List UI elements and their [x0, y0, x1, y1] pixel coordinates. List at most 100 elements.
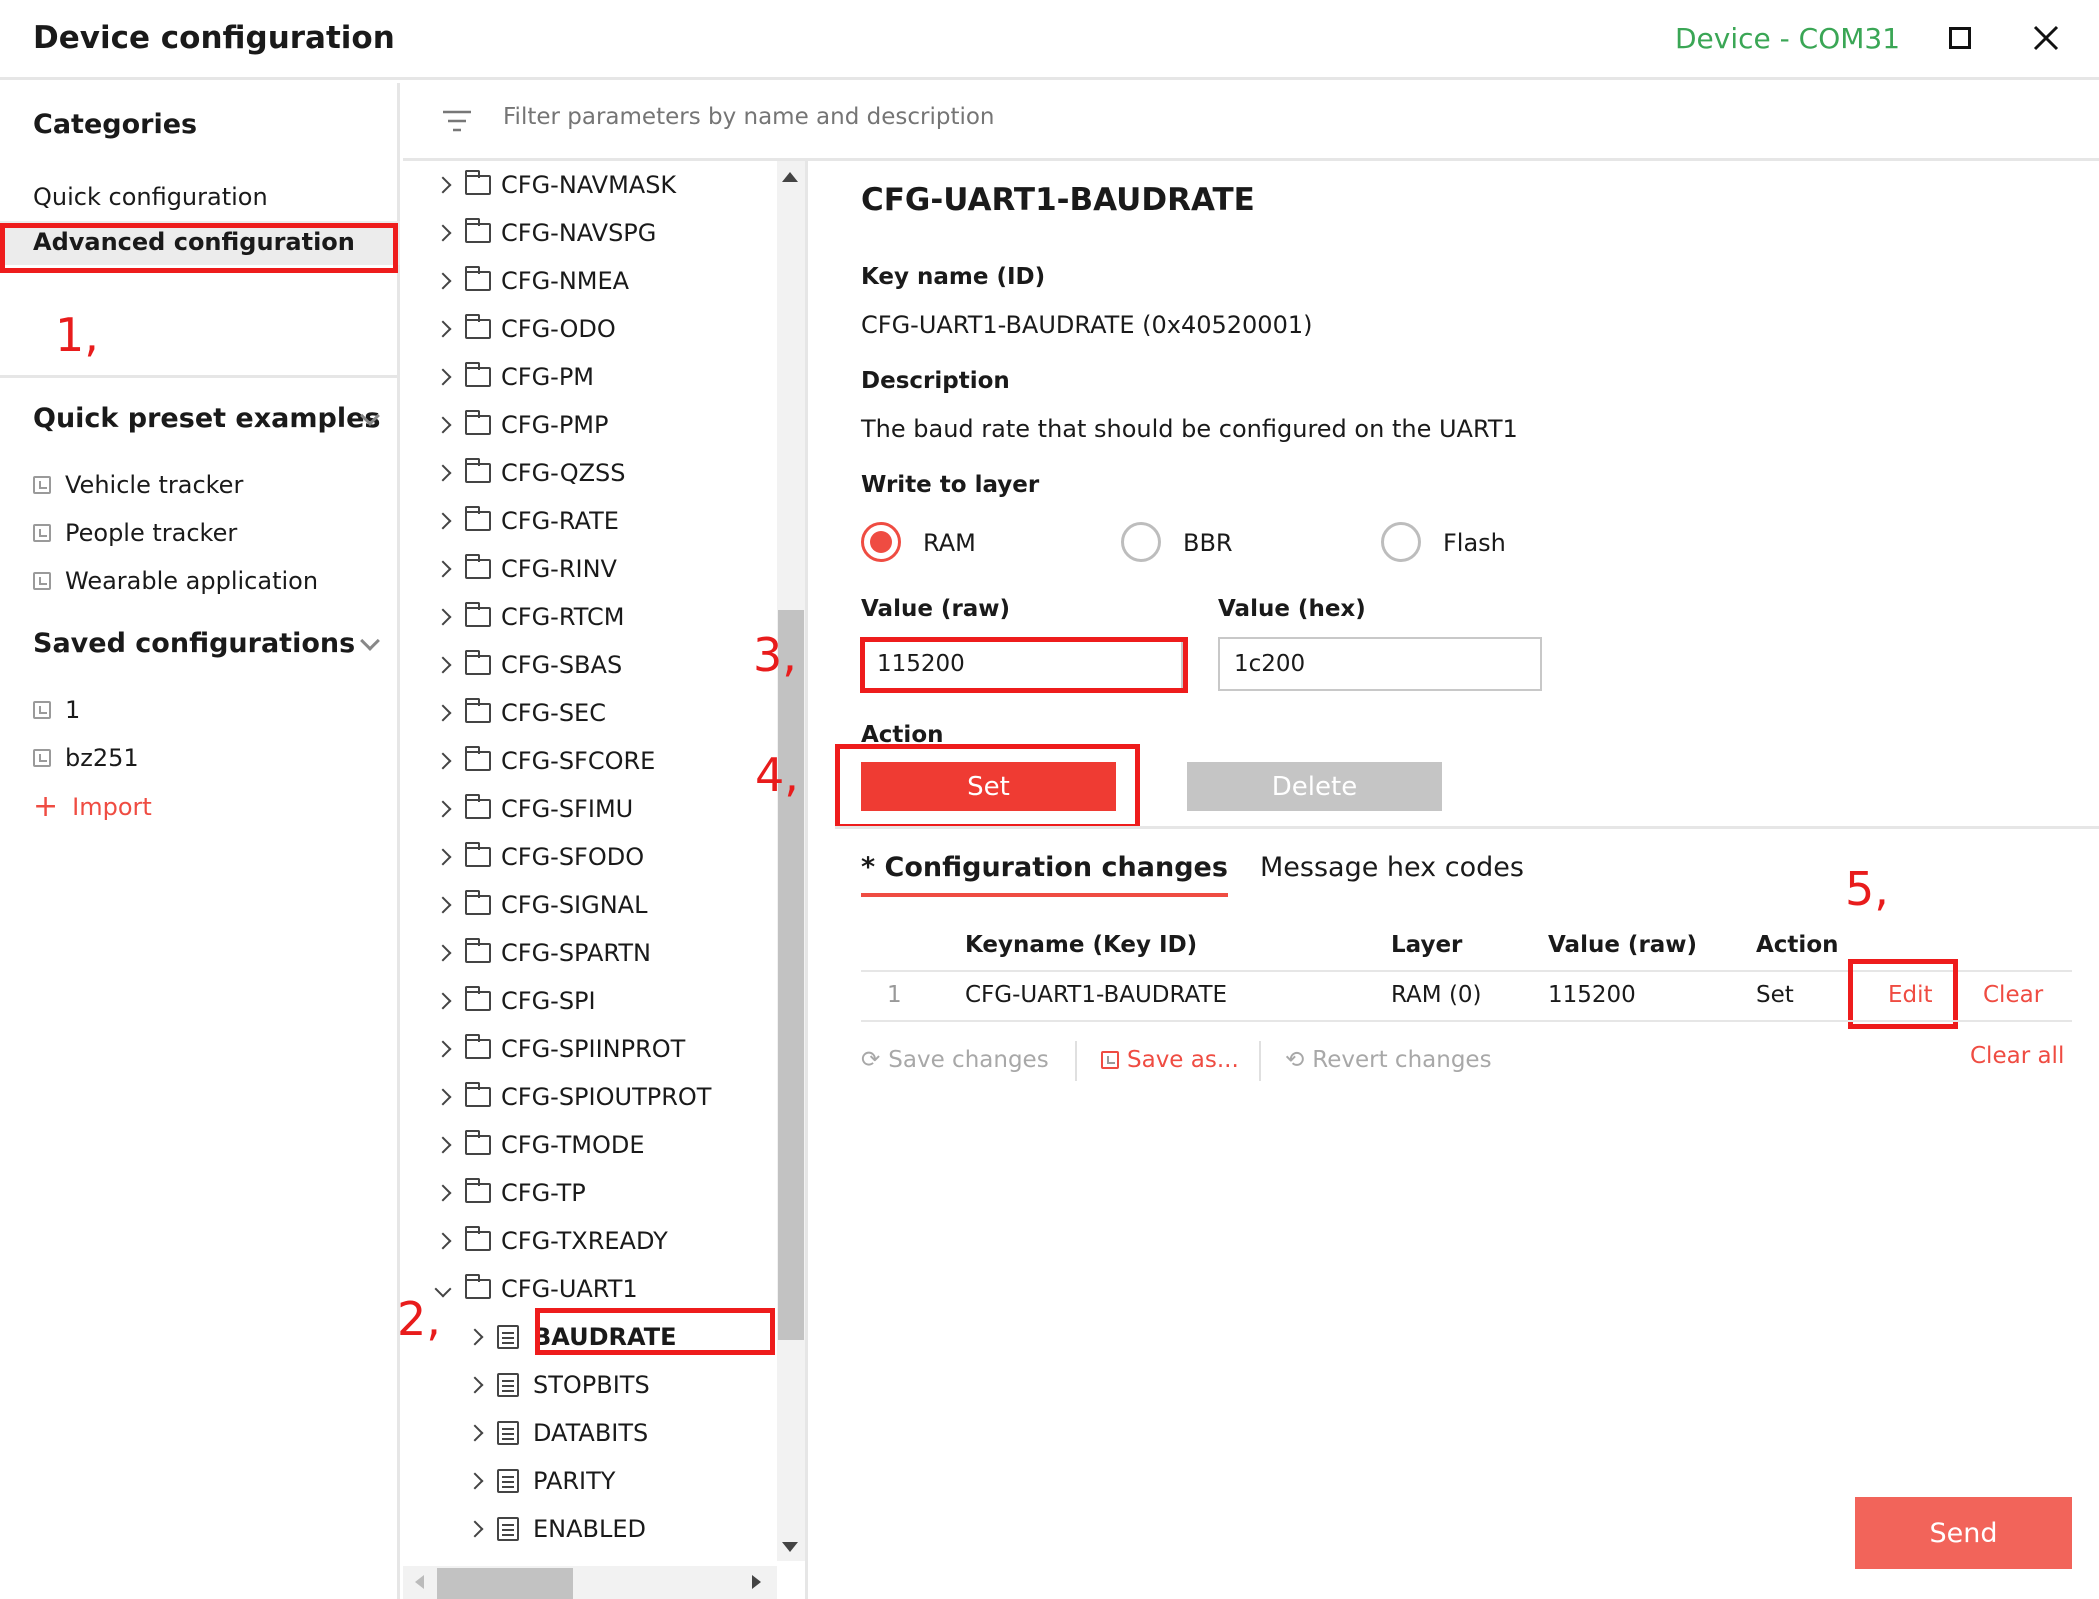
tree-param-item[interactable]: STOPBITS — [466, 1361, 650, 1409]
tree-folder-item[interactable]: CFG-NAVSPG — [434, 209, 656, 257]
filter-icon[interactable] — [442, 109, 472, 137]
tree-folder-item[interactable]: CFG-SFIMU — [434, 785, 633, 833]
scroll-left-icon[interactable] — [415, 1575, 424, 1589]
column-header-keyname: Keyname (Key ID) — [965, 932, 1198, 958]
tree-param-item[interactable]: PARITY — [466, 1457, 615, 1505]
tree-folder-item[interactable]: CFG-SPIOUTPROT — [434, 1073, 711, 1121]
send-button[interactable]: Send — [1855, 1497, 2072, 1569]
tree-folder-item[interactable]: CFG-UART1 — [434, 1265, 638, 1313]
tree-folder-item[interactable]: CFG-SEC — [434, 689, 606, 737]
annotation-1: 1, — [55, 308, 99, 362]
chevron-right-icon[interactable] — [434, 992, 452, 1010]
chevron-right-icon[interactable] — [434, 176, 452, 194]
tree-folder-item[interactable]: CFG-SFODO — [434, 833, 644, 881]
categories-header: Categories — [33, 109, 198, 140]
value-hex-input[interactable]: 1c200 — [1218, 637, 1542, 691]
chevron-right-icon[interactable] — [434, 1040, 452, 1058]
tree-folder-item[interactable]: CFG-NAVMASK — [434, 161, 676, 209]
chevron-right-icon[interactable] — [434, 896, 452, 914]
chevron-right-icon[interactable] — [434, 1088, 452, 1106]
chevron-right-icon[interactable] — [434, 752, 452, 770]
layer-radio-ram[interactable] — [861, 522, 901, 562]
folder-icon — [465, 506, 491, 531]
maximize-icon[interactable] — [1940, 18, 1980, 58]
close-icon[interactable] — [2026, 18, 2066, 58]
tree-hscrollbar-thumb[interactable] — [437, 1568, 573, 1599]
scroll-up-icon[interactable] — [782, 172, 798, 182]
key-name-label: Key name (ID) — [861, 264, 1046, 290]
chevron-right-icon[interactable] — [434, 512, 452, 530]
tree-folder-item[interactable]: CFG-ODO — [434, 305, 616, 353]
chevron-right-icon[interactable] — [466, 1376, 484, 1394]
tree-folder-item[interactable]: CFG-SPIINPROT — [434, 1025, 685, 1073]
chevron-right-icon[interactable] — [434, 320, 452, 338]
tree-folder-item[interactable]: CFG-SFCORE — [434, 737, 655, 785]
preset-item[interactable]: Vehicle tracker — [33, 471, 243, 499]
tab-configuration-changes[interactable]: * Configuration changes — [861, 852, 1228, 897]
chevron-right-icon[interactable] — [466, 1520, 484, 1538]
tree-folder-item[interactable]: CFG-PM — [434, 353, 594, 401]
tree-folder-item[interactable]: CFG-SBAS — [434, 641, 622, 689]
tree-folder-item[interactable]: CFG-SPARTN — [434, 929, 651, 977]
tree-scrollbar-thumb[interactable] — [778, 610, 804, 1340]
filter-input[interactable] — [503, 104, 1103, 130]
chevron-right-icon[interactable] — [466, 1472, 484, 1490]
tree-folder-label: CFG-RTCM — [501, 603, 625, 631]
scroll-down-icon[interactable] — [782, 1542, 798, 1552]
tree-folder-item[interactable]: CFG-TP — [434, 1169, 586, 1217]
chevron-right-icon[interactable] — [466, 1424, 484, 1442]
chevron-right-icon[interactable] — [434, 1232, 452, 1250]
tree-folder-item[interactable]: CFG-RATE — [434, 497, 619, 545]
quick-configuration-item[interactable]: Quick configuration — [33, 183, 268, 211]
saved-item[interactable]: 1 — [33, 696, 80, 724]
clear-all-link[interactable]: Clear all — [1970, 1043, 2064, 1069]
chevron-right-icon[interactable] — [434, 704, 452, 722]
chevron-right-icon[interactable] — [434, 848, 452, 866]
layer-radio-flash[interactable] — [1381, 522, 1421, 562]
preset-item[interactable]: Wearable application — [33, 567, 318, 595]
layer-radio-bbr[interactable] — [1121, 522, 1161, 562]
tree-param-item[interactable]: DATABITS — [466, 1409, 649, 1457]
chevron-right-icon[interactable] — [434, 368, 452, 386]
clear-link[interactable]: Clear — [1983, 982, 2043, 1008]
chevron-right-icon[interactable] — [434, 656, 452, 674]
chevron-right-icon[interactable] — [434, 464, 452, 482]
tree-folder-item[interactable]: CFG-RTCM — [434, 593, 625, 641]
chevron-right-icon[interactable] — [434, 608, 452, 626]
save-as-button[interactable]: Save as... — [1101, 1047, 1239, 1073]
save-changes-button[interactable]: ⟳ Save changes — [861, 1047, 1049, 1073]
import-file-icon — [33, 749, 51, 767]
tree-folder-item[interactable]: CFG-QZSS — [434, 449, 626, 497]
chevron-down-icon[interactable] — [360, 631, 380, 651]
chevron-right-icon[interactable] — [434, 944, 452, 962]
chevron-right-icon[interactable] — [434, 224, 452, 242]
chevron-right-icon[interactable] — [434, 800, 452, 818]
scroll-right-icon[interactable] — [752, 1575, 761, 1589]
tree-folder-item[interactable]: CFG-SIGNAL — [434, 881, 648, 929]
tab-message-hex-codes[interactable]: Message hex codes — [1260, 852, 1524, 883]
chevron-right-icon[interactable] — [434, 272, 452, 290]
annotation-4: 4, — [755, 748, 799, 802]
tree-folder-item[interactable]: CFG-NMEA — [434, 257, 629, 305]
revert-changes-button[interactable]: ⟲ Revert changes — [1285, 1047, 1492, 1073]
tree-folder-label: CFG-ODO — [501, 315, 616, 343]
chevron-right-icon[interactable] — [434, 1184, 452, 1202]
tree-folder-item[interactable]: CFG-RINV — [434, 545, 617, 593]
tree-folder-item[interactable]: CFG-PMP — [434, 401, 608, 449]
folder-icon — [465, 458, 491, 483]
chevron-right-icon[interactable] — [434, 416, 452, 434]
delete-button[interactable]: Delete — [1187, 762, 1442, 811]
tree-param-item[interactable]: ENABLED — [466, 1505, 646, 1553]
chevron-right-icon[interactable] — [466, 1328, 484, 1346]
tree-param-label: DATABITS — [533, 1419, 649, 1447]
tree-folder-item[interactable]: CFG-TMODE — [434, 1121, 645, 1169]
preset-item[interactable]: People tracker — [33, 519, 237, 547]
left-panel: Categories Quick configuration Advanced … — [0, 83, 400, 1599]
import-button[interactable]: + Import — [33, 792, 152, 822]
chevron-right-icon[interactable] — [434, 1136, 452, 1154]
tree-folder-item[interactable]: CFG-TXREADY — [434, 1217, 668, 1265]
tree-folder-item[interactable]: CFG-SPI — [434, 977, 596, 1025]
chevron-right-icon[interactable] — [434, 560, 452, 578]
saved-item[interactable]: bz251 — [33, 744, 139, 772]
tree-folder-label: CFG-SIGNAL — [501, 891, 648, 919]
